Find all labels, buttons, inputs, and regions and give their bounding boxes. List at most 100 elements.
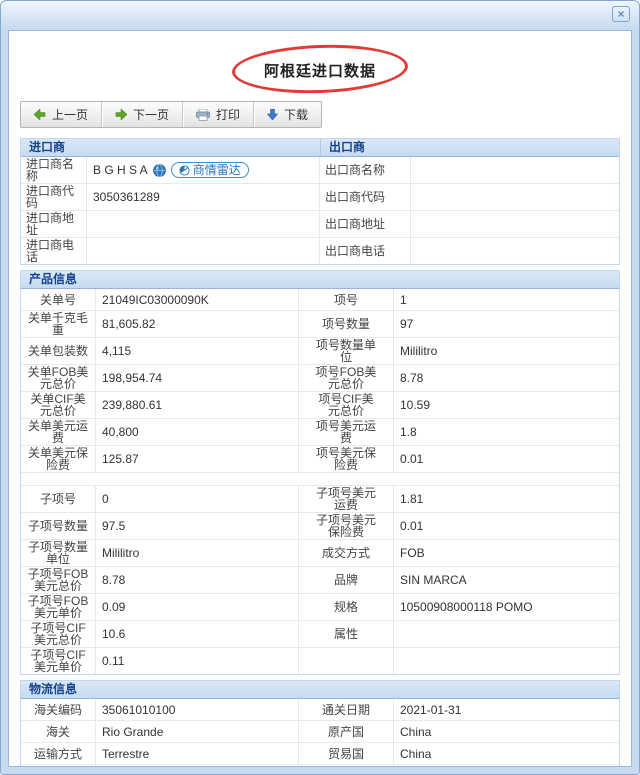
row-value: 239,880.61	[96, 392, 299, 418]
row-value	[87, 238, 320, 264]
table-row: 进口商电话 出口商电话	[21, 238, 619, 264]
table-row: 关单美元运费 40,800 项号美元运费 1.8	[21, 419, 619, 446]
row-label: 子项号美元运费	[299, 486, 394, 512]
row-label: 项号美元运费	[299, 419, 394, 445]
row-value: 4,115	[96, 338, 299, 364]
row-value: 81,605.82	[96, 311, 299, 337]
row-value: 1.8	[400, 425, 417, 439]
row-value: -	[394, 765, 619, 766]
importer-name-label: 进口商名称	[21, 157, 87, 183]
importer-exporter-section: 进口商 出口商 进口商名称 B G H S A 商情雷达 出口商名称 进口商代码…	[20, 138, 620, 265]
row-label: 进口商代码	[21, 184, 87, 210]
print-label: 打印	[216, 108, 241, 122]
row-value: 97	[400, 317, 414, 331]
row-label: 海关编码	[21, 699, 96, 720]
row-label: 关单美元保险费	[21, 446, 96, 472]
row-label: 子项号数量单位	[21, 540, 96, 566]
row-value: 8.78	[400, 371, 424, 385]
row-label: 海关	[21, 721, 96, 742]
row-label: 子项号CIF美元单价	[21, 648, 96, 674]
row-label: 进口商地址	[21, 211, 87, 237]
row-value: 10.6	[96, 621, 299, 647]
row-value: 1.81	[400, 492, 424, 506]
arrow-right-icon	[115, 109, 128, 120]
row-label: 子项号数量	[21, 513, 96, 539]
table-row: 关单千克毛重 81,605.82 项号数量 97	[21, 311, 619, 338]
next-page-button[interactable]: 下一页	[101, 102, 182, 127]
close-button[interactable]: ×	[612, 6, 630, 22]
table-row: 子项号CIF美元单价 0.11	[21, 648, 619, 674]
row-value: Importacion a consumo	[96, 765, 299, 766]
importer-name-value: B G H S A	[93, 163, 148, 177]
exporter-name-label: 出口商名称	[320, 157, 411, 183]
row-value: 3050361289	[87, 184, 320, 210]
arrow-left-icon	[34, 109, 46, 120]
printer-icon	[196, 108, 210, 121]
table-row: 子项号数量单位 Mililitro 成交方式 FOB	[21, 540, 619, 567]
table-row: 子项号FOB美元总价 8.78 品牌 SIN MARCA	[21, 567, 619, 594]
page-title: 阿根廷进口数据	[263, 63, 376, 80]
row-value: China	[400, 746, 432, 761]
row-label: 出口商代码	[320, 184, 411, 210]
product-info-section: 产品信息 关单号 21049IC03000090K 项号 1 关单千克毛重 81,605.…	[20, 270, 620, 675]
row-label: 项号CIF美元总价	[299, 392, 394, 418]
table-row: 海关编码 35061010100 通关日期 2021-01-31	[21, 699, 619, 721]
row-value: China	[400, 724, 432, 739]
row-label: 通关日期	[299, 699, 394, 720]
row-value: 10500908000118 POMO	[400, 600, 533, 614]
globe-icon[interactable]	[152, 163, 166, 177]
table-row: 贸易方式Importacion a consumo启运港-	[21, 765, 619, 766]
logistics-info-section: 物流信息 海关编码 35061010100 通关日期 2021-01-31 海关 Rio …	[20, 680, 620, 766]
table-row: 子项号数量 97.5 子项号美元保险费 0.01	[21, 513, 619, 540]
row-label: 关单包装数	[21, 338, 96, 364]
row-label: 子项号美元保险费	[299, 513, 394, 539]
table-row: 子项号FOB美元单价 0.09 规格 10500908000118 POMO	[21, 594, 619, 621]
table-row: 海关 Rio Grande 原产国 China	[21, 721, 619, 743]
row-label: 项号数量单位	[299, 338, 394, 364]
row-label: 进口商电话	[21, 238, 87, 264]
row-value: 0.01	[400, 519, 424, 533]
importer-name-value-cell: B G H S A 商情雷达	[87, 157, 320, 183]
logistics-rows: 海关编码 35061010100 通关日期 2021-01-31 海关 Rio Grand…	[21, 699, 619, 766]
title-area: 阿根廷进口数据	[20, 41, 620, 99]
row-value	[411, 184, 619, 210]
radar-badge-label: 商情雷达	[192, 163, 241, 177]
row-value: 40,800	[96, 419, 299, 445]
product-info-header: 产品信息	[21, 271, 619, 289]
row-value: Mililitro	[96, 540, 299, 566]
importer-rows: 进口商代码 3050361289 出口商代码 进口商地址 出口商地址 进口商电话 出口商电话	[21, 184, 619, 264]
radar-icon	[179, 164, 190, 176]
row-label: 关单美元运费	[21, 419, 96, 445]
row-value: Terrestre	[96, 743, 299, 764]
row-value: 0	[96, 486, 299, 512]
row-label: 子项号CIF美元总价	[21, 621, 96, 647]
row-value: 2021-01-31	[400, 702, 462, 717]
row-value	[394, 621, 619, 647]
row-label: 贸易国	[299, 743, 394, 764]
table-row: 运输方式 Terrestre 贸易国 China	[21, 743, 619, 765]
download-button[interactable]: 下载	[253, 102, 321, 127]
spacer-row	[21, 473, 619, 486]
row-label: 出口商电话	[320, 238, 411, 264]
row-label: 子项号	[21, 486, 96, 512]
row-label: 启运港	[299, 765, 394, 766]
exporter-header-label: 出口商	[320, 139, 619, 156]
next-page-label: 下一页	[133, 108, 170, 122]
row-label: 关单FOB美元总价	[21, 365, 96, 391]
row-label: 品牌	[299, 567, 394, 593]
toolbar: 上一页 下一页 打印 下载	[20, 101, 323, 128]
importer-header-label: 进口商	[29, 140, 66, 154]
row-label: 子项号FOB美元单价	[21, 594, 96, 620]
prev-page-button[interactable]: 上一页	[21, 102, 101, 127]
table-row: 子项号 0 子项号美元运费 1.81	[21, 486, 619, 513]
row-label	[299, 648, 394, 674]
table-row: 关单美元保险费 125.87 项号美元保险费 0.01	[21, 446, 619, 473]
print-button[interactable]: 打印	[182, 102, 253, 127]
business-radar-badge[interactable]: 商情雷达	[170, 162, 249, 178]
row-value: 0.01	[400, 452, 424, 466]
row-value: 1	[400, 292, 407, 307]
table-row: 关单包装数 4,115 项号数量单位 Mililitro	[21, 338, 619, 365]
row-value: 0.11	[96, 648, 299, 674]
row-value	[411, 211, 619, 237]
row-label: 关单千克毛重	[21, 311, 96, 337]
